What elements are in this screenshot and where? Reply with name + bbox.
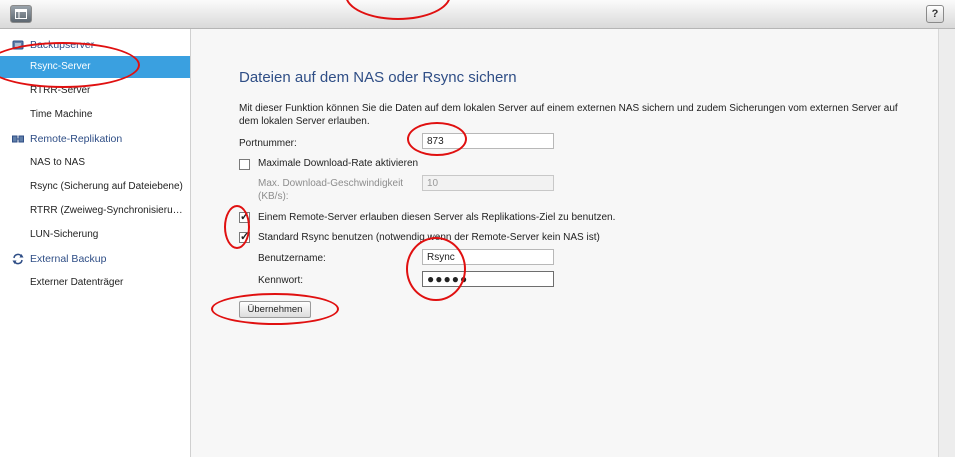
sync-arrows-icon [12, 253, 24, 265]
annotation-circle [406, 237, 466, 301]
sidebar-item-rsync-server[interactable]: Rsync-Server [0, 56, 190, 78]
sidebar-item-label: RTRR-Server [30, 85, 91, 96]
page-description: Mit dieser Funktion können Sie die Daten… [239, 103, 898, 127]
sidebar-item-label: NAS to NAS [30, 157, 86, 168]
backup-server-icon [12, 40, 24, 50]
sidebar-item-label: Externer Datenträger [30, 277, 124, 288]
sidebar: Backupserver Rsync-Server RTRR-Server Ti… [0, 29, 191, 457]
max-speed-input[interactable] [422, 175, 554, 191]
replication-icon [12, 135, 24, 143]
sidebar-group-external-backup[interactable]: External Backup [0, 248, 190, 270]
sidebar-group-remote-replikation[interactable]: Remote-Replikation [0, 128, 190, 150]
username-input[interactable] [422, 249, 554, 265]
username-label: Benutzername: [258, 253, 326, 264]
sidebar-group-label: External Backup [30, 253, 107, 265]
sidebar-item-label: RTRR (Zweiweg-Synchronisierun... [30, 205, 185, 216]
sidebar-item-lun-sicherung[interactable]: LUN-Sicherung [0, 224, 190, 246]
port-label: Portnummer: [239, 138, 297, 149]
standard-rsync-checkbox[interactable]: ✓ [239, 231, 250, 243]
password-input[interactable]: ●●●●● [422, 271, 554, 287]
sidebar-group-backupserver[interactable]: Backupserver [0, 34, 190, 56]
main-content: Dateien auf dem NAS oder Rsync sichern M… [191, 29, 955, 457]
max-download-rate-checkbox[interactable] [239, 159, 250, 170]
max-speed-unit-label: (KB/s): [258, 191, 289, 202]
window-icon [15, 9, 27, 19]
standard-rsync-label: Standard Rsync benutzen (notwendig wenn … [258, 232, 600, 243]
sidebar-group-label: Remote-Replikation [30, 133, 123, 145]
password-label: Kennwort: [258, 275, 304, 286]
checkmark-icon: ✓ [240, 211, 250, 223]
allow-remote-label: Einem Remote-Server erlauben diesen Serv… [258, 212, 616, 223]
sidebar-item-label: Time Machine [30, 109, 93, 120]
apply-button[interactable]: Übernehmen [239, 301, 311, 318]
sidebar-item-time-machine[interactable]: Time Machine [0, 104, 190, 126]
top-toolbar: ? [0, 0, 955, 29]
app-menu-button[interactable] [10, 5, 32, 23]
sidebar-item-rtrr-server[interactable]: RTRR-Server [0, 80, 190, 102]
port-input[interactable] [422, 133, 554, 149]
allow-remote-checkbox[interactable]: ✓ [239, 211, 250, 223]
sidebar-item-label: LUN-Sicherung [30, 229, 99, 240]
sidebar-group-label: Backupserver [30, 39, 95, 51]
sidebar-item-nas-to-nas[interactable]: NAS to NAS [0, 152, 190, 174]
page-title: Dateien auf dem NAS oder Rsync sichern [239, 69, 517, 86]
sidebar-item-label: Rsync-Server [30, 61, 91, 72]
help-button[interactable]: ? [926, 5, 944, 23]
max-download-rate-label: Maximale Download-Rate aktivieren [258, 158, 419, 169]
sidebar-item-rsync-dateiebene[interactable]: Rsync (Sicherung auf Dateiebene) [0, 176, 190, 198]
checkmark-icon: ✓ [240, 231, 250, 243]
sidebar-item-externer-datentraeger[interactable]: Externer Datenträger [0, 272, 190, 294]
sidebar-item-label: Rsync (Sicherung auf Dateiebene) [30, 181, 183, 192]
vertical-scrollbar[interactable] [938, 29, 955, 457]
max-speed-label: Max. Download-Geschwindigkeit [258, 178, 404, 189]
sidebar-item-rtrr-sync[interactable]: RTRR (Zweiweg-Synchronisierun... [0, 200, 190, 222]
